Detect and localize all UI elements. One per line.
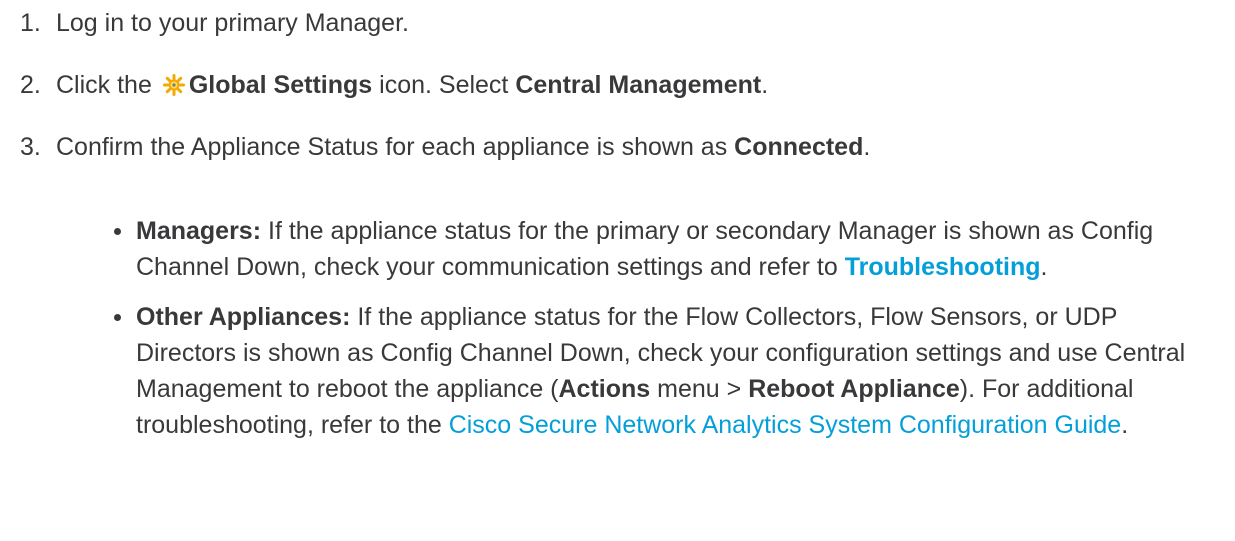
connected-label: Connected [734,133,864,161]
bullet-dot [114,314,121,321]
global-settings-label: Global Settings [188,71,373,99]
step-text-end: . [761,71,769,99]
step-text-end: . [863,133,871,161]
step-2: 2. Click the Global Settings icon. Select… [0,70,768,100]
step-number: 3. [20,133,41,161]
troubleshooting-link[interactable]: Troubleshooting [845,253,1041,281]
other-appliances-label: Other Appliances: [136,303,351,331]
status-bullet-list: Managers: If the appliance status for th… [110,213,1190,457]
managers-label: Managers: [136,217,262,245]
step-text: Log in to your primary Manager. [56,9,409,37]
actions-label: Actions [558,375,651,403]
reboot-appliance-label: Reboot Appliance [748,375,960,403]
other-appliances-end: . [1121,411,1129,439]
list-item-other-appliances: Other Appliances: If the appliance statu… [110,299,1190,443]
step-3: 3. Confirm the Appliance Status for each … [0,132,870,162]
configuration-guide-link[interactable]: Cisco Secure Network Analytics System Co… [449,411,1122,439]
step-number: 1. [20,9,41,37]
step-text-mid: icon. Select [379,71,509,99]
menu-text: menu > [657,375,742,403]
central-management-label: Central Management [515,71,762,99]
step-text-pre: Confirm the Appliance Status for each ap… [56,133,728,161]
step-1: 1. Log in to your primary Manager. [0,8,409,38]
step-text-pre: Click the [56,71,152,99]
list-item-managers: Managers: If the appliance status for th… [110,213,1190,285]
step-number: 2. [20,71,41,99]
gear-icon [162,73,185,96]
bullet-dot [114,228,121,235]
managers-end: . [1040,253,1048,281]
